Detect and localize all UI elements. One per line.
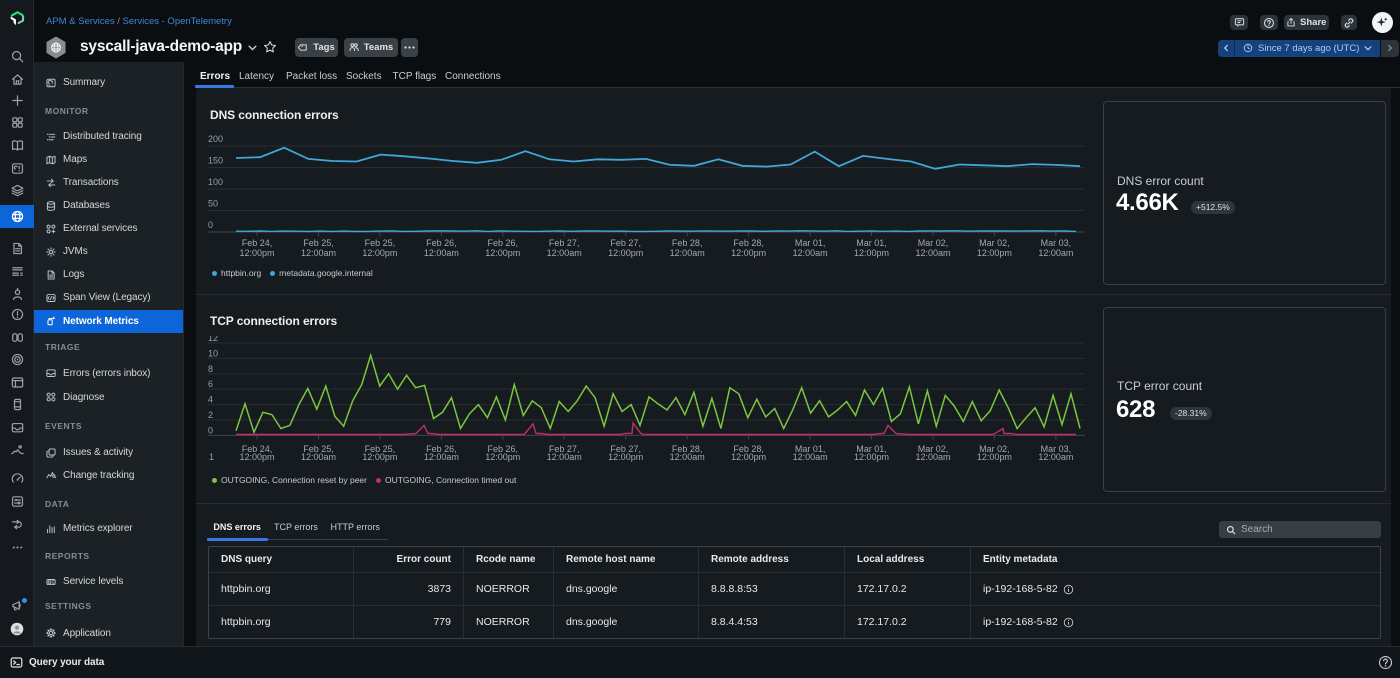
svg-text:2: 2 — [208, 410, 213, 420]
svg-text:0: 0 — [208, 220, 213, 230]
svg-text:12:00pm: 12:00pm — [362, 452, 397, 462]
svg-text:Feb 28,: Feb 28, — [672, 238, 703, 248]
svg-text:150: 150 — [208, 156, 223, 166]
svg-text:8: 8 — [208, 364, 213, 374]
svg-text:12:00am: 12:00am — [547, 452, 582, 462]
svg-text:12:00pm: 12:00pm — [239, 452, 274, 462]
svg-text:0: 0 — [208, 425, 213, 435]
svg-text:Feb 28,: Feb 28, — [733, 238, 764, 248]
svg-text:Mar 02,: Mar 02, — [918, 238, 949, 248]
svg-text:12:00am: 12:00am — [793, 248, 828, 258]
svg-text:12:00pm: 12:00pm — [485, 248, 520, 258]
svg-text:12:00am: 12:00am — [424, 248, 459, 258]
svg-text:12:00am: 12:00am — [301, 452, 336, 462]
svg-text:12:00am: 12:00am — [670, 248, 705, 258]
svg-text:Feb 27,: Feb 27, — [610, 238, 641, 248]
svg-text:12:00pm: 12:00pm — [977, 452, 1012, 462]
svg-text:Feb 26,: Feb 26, — [488, 238, 519, 248]
svg-text:12:00pm: 12:00pm — [854, 248, 889, 258]
svg-text:12:00pm: 12:00pm — [239, 248, 274, 258]
svg-text:12:00am: 12:00am — [547, 248, 582, 258]
svg-text:12:00pm: 12:00pm — [608, 248, 643, 258]
svg-text:12:00am: 12:00am — [424, 452, 459, 462]
svg-text:Feb 24,: Feb 24, — [242, 238, 273, 248]
svg-text:4: 4 — [208, 395, 213, 405]
svg-text:Mar 01,: Mar 01, — [795, 238, 826, 248]
svg-text:12:00pm: 12:00pm — [977, 248, 1012, 258]
svg-text:200: 200 — [208, 134, 223, 144]
svg-text:12:00am: 12:00am — [670, 452, 705, 462]
svg-text:12:00am: 12:00am — [793, 452, 828, 462]
svg-text:Feb 25,: Feb 25, — [303, 238, 334, 248]
svg-text:12:00am: 12:00am — [1038, 452, 1073, 462]
svg-text:50: 50 — [208, 199, 218, 209]
svg-text:12:00am: 12:00am — [1038, 248, 1073, 258]
svg-text:12:00pm: 12:00pm — [731, 452, 766, 462]
svg-text:10: 10 — [208, 348, 218, 358]
svg-text:6: 6 — [208, 379, 213, 389]
svg-text:12:00pm: 12:00pm — [608, 452, 643, 462]
svg-text:Mar 03,: Mar 03, — [1041, 238, 1072, 248]
svg-text:12:00am: 12:00am — [301, 248, 336, 258]
svg-text:Feb 27,: Feb 27, — [549, 238, 580, 248]
svg-text:1: 1 — [209, 452, 214, 462]
svg-text:Mar 01,: Mar 01, — [856, 238, 887, 248]
svg-text:Mar 02,: Mar 02, — [979, 238, 1010, 248]
svg-text:12:00pm: 12:00pm — [731, 248, 766, 258]
svg-text:12:00pm: 12:00pm — [854, 452, 889, 462]
svg-text:12:00am: 12:00am — [915, 248, 950, 258]
svg-text:12: 12 — [208, 336, 218, 343]
svg-text:100: 100 — [208, 177, 223, 187]
svg-text:Feb 26,: Feb 26, — [426, 238, 457, 248]
svg-text:12:00am: 12:00am — [915, 452, 950, 462]
svg-text:Feb 25,: Feb 25, — [365, 238, 396, 248]
svg-text:12:00pm: 12:00pm — [485, 452, 520, 462]
svg-text:12:00pm: 12:00pm — [362, 248, 397, 258]
